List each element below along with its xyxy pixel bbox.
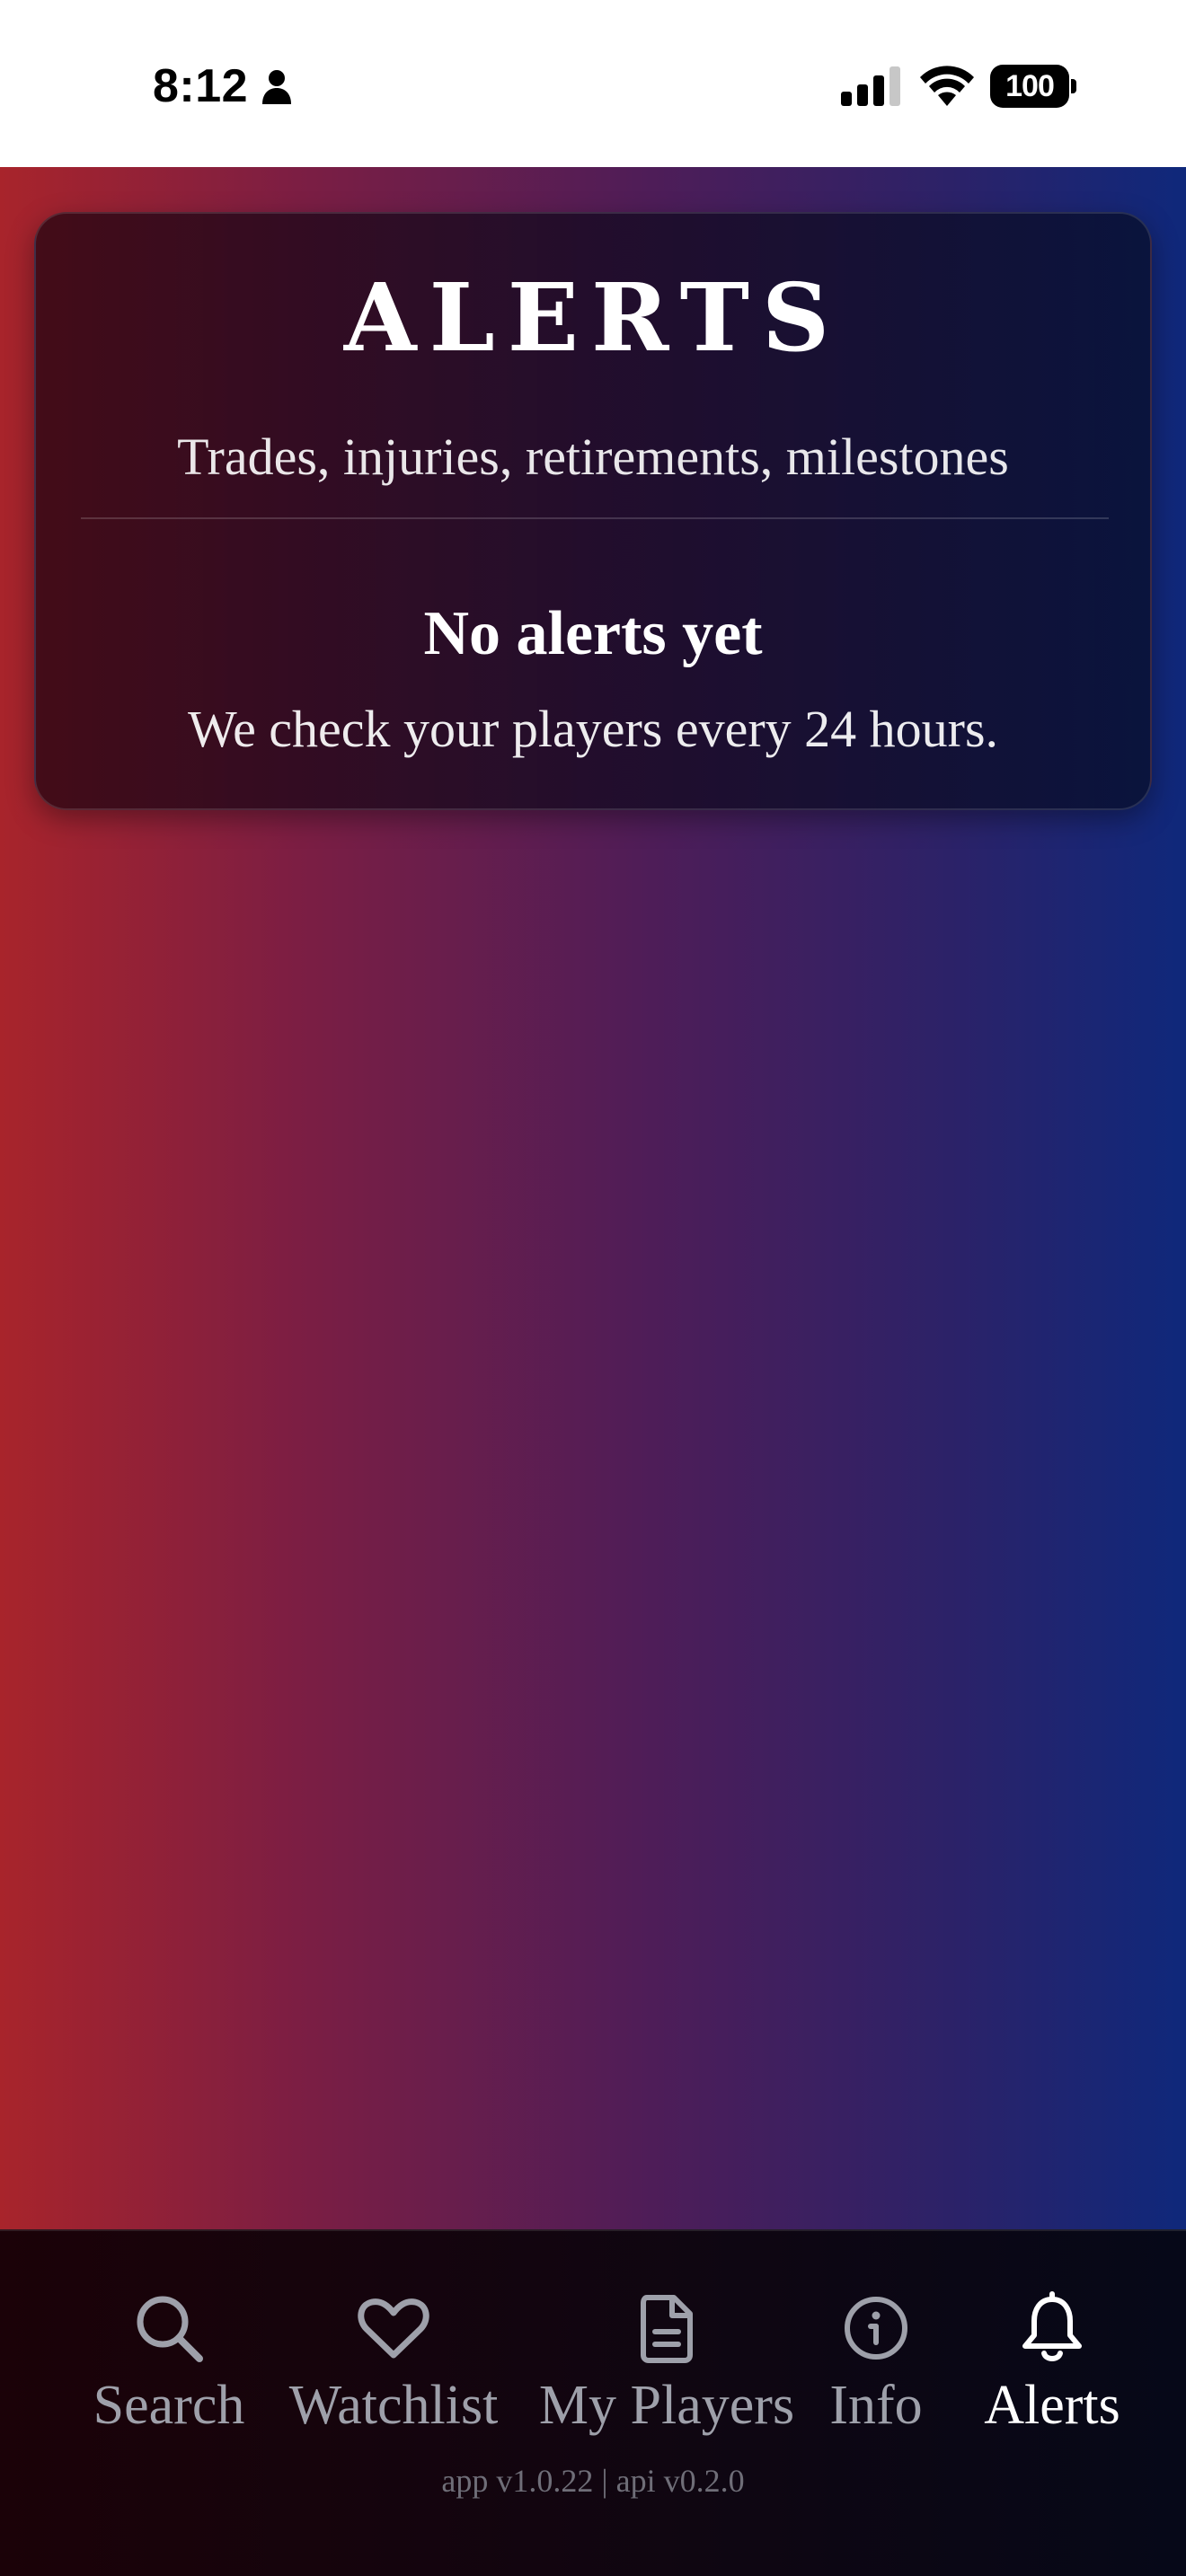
wifi-icon: [920, 66, 974, 106]
status-bar: 8:12 100: [0, 0, 1186, 167]
tab-my-players-label: My Players: [538, 2375, 795, 2436]
page-subtitle: Trades, injuries, retirements, milestone…: [177, 428, 1009, 486]
tab-bar: Search Watchlist My Players Info Alerts …: [0, 2229, 1186, 2576]
tab-alerts-label: Alerts: [984, 2375, 1120, 2436]
bell-icon: [1022, 2291, 1082, 2361]
search-icon: [137, 2296, 203, 2362]
alerts-card: ALERTS Trades, injuries, retirements, mi…: [34, 212, 1152, 810]
tab-watchlist[interactable]: Watchlist: [277, 2258, 510, 2436]
document-icon: [641, 2295, 693, 2363]
tab-watchlist-label: Watchlist: [288, 2375, 499, 2436]
tab-my-players[interactable]: My Players: [532, 2258, 801, 2436]
tab-info[interactable]: Info: [821, 2258, 931, 2436]
tab-alerts[interactable]: Alerts: [951, 2258, 1154, 2436]
status-time: 8:12: [153, 60, 249, 112]
info-icon: [845, 2297, 907, 2360]
heart-icon: [358, 2298, 429, 2359]
main-content: ALERTS Trades, injuries, retirements, mi…: [0, 167, 1186, 2229]
battery-level: 100: [990, 65, 1069, 108]
divider: [81, 517, 1109, 519]
empty-state-text: We check your players every 24 hours.: [187, 700, 999, 758]
person-icon: [262, 70, 291, 104]
battery-cap: [1071, 79, 1076, 93]
cellular-signal-icon: [841, 66, 900, 106]
tab-search-label: Search: [93, 2375, 245, 2436]
empty-state-title: No alerts yet: [423, 599, 763, 668]
version-text: app v1.0.22 | api v0.2.0: [441, 2463, 745, 2499]
tab-info-label: Info: [829, 2375, 923, 2436]
battery-icon: 100: [990, 65, 1076, 108]
tab-search[interactable]: Search: [83, 2258, 255, 2436]
page-title: ALERTS: [343, 262, 843, 373]
